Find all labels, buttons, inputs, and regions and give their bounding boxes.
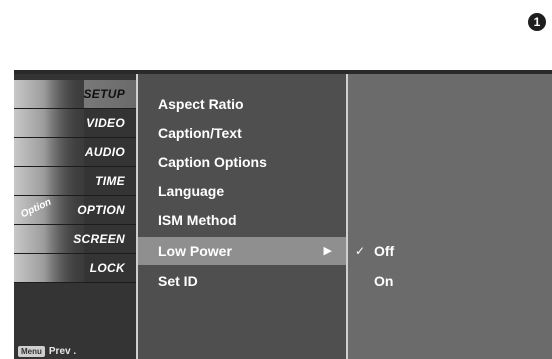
menu-item-caption-options[interactable]: Caption Options xyxy=(138,148,346,176)
submenu-arrow-icon: ▶ xyxy=(323,245,332,257)
sidebar-item-label: SETUP xyxy=(83,87,125,101)
sidebar-item-lock[interactable]: LOCK xyxy=(14,254,136,283)
category-sidebar: SETUP VIDEO AUDIO TIME Option OPTION SCR… xyxy=(14,74,138,359)
submenu-option-on[interactable]: On xyxy=(348,267,552,295)
sidebar-item-label: AUDIO xyxy=(84,145,125,159)
menu-key-icon: Menu xyxy=(18,346,45,357)
time-icon xyxy=(14,167,84,195)
low-power-submenu: ✓ Off On xyxy=(348,74,552,359)
menu-item-aspect-ratio[interactable]: Aspect Ratio xyxy=(138,90,346,118)
lock-icon xyxy=(14,254,84,282)
menu-item-label: Low Power xyxy=(158,243,232,259)
check-icon: ✓ xyxy=(355,244,366,258)
prev-label: Prev . xyxy=(48,346,77,357)
menu-item-set-id[interactable]: Set ID xyxy=(138,267,346,295)
sidebar-item-audio[interactable]: AUDIO xyxy=(14,138,136,167)
audio-icon xyxy=(14,138,84,166)
sidebar-item-label: TIME xyxy=(95,174,125,188)
sidebar-item-option[interactable]: Option OPTION xyxy=(14,196,136,225)
menu-item-caption-text[interactable]: Caption/Text xyxy=(138,119,346,147)
sidebar-item-video[interactable]: VIDEO xyxy=(14,109,136,138)
menu-item-language[interactable]: Language xyxy=(138,177,346,205)
sidebar-item-time[interactable]: TIME xyxy=(14,167,136,196)
prev-hint: Menu Prev . xyxy=(18,346,76,357)
video-icon xyxy=(14,109,84,137)
menu-item-ism-method[interactable]: ISM Method xyxy=(138,206,346,234)
submenu-option-off[interactable]: ✓ Off xyxy=(348,237,552,265)
submenu-option-label: Off xyxy=(374,243,395,259)
osd-menu: SETUP VIDEO AUDIO TIME Option OPTION SCR… xyxy=(14,70,552,359)
setup-menu-panel: Aspect Ratio Caption/Text Caption Option… xyxy=(138,74,348,359)
sidebar-item-label: OPTION xyxy=(77,203,125,217)
sidebar-item-label: LOCK xyxy=(89,261,125,275)
menu-item-low-power[interactable]: Low Power ▶ xyxy=(138,237,346,265)
submenu-option-label: On xyxy=(374,273,394,289)
sidebar-item-setup[interactable]: SETUP xyxy=(14,80,136,109)
step-number-badge: 1 xyxy=(528,13,546,31)
sidebar-item-label: VIDEO xyxy=(86,116,125,130)
sidebar-item-label: SCREEN xyxy=(73,232,125,246)
sidebar-item-screen[interactable]: SCREEN xyxy=(14,225,136,254)
setup-icon xyxy=(14,80,84,108)
